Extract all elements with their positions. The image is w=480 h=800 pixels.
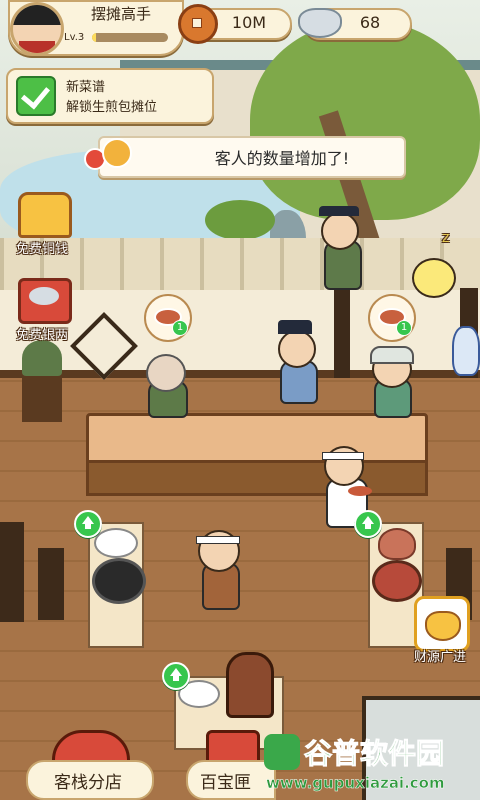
free-silver-button[interactable] [12, 270, 72, 330]
copper-value: 10M [231, 13, 267, 32]
dumpling-plate [94, 528, 138, 558]
blue-vase [452, 326, 480, 376]
avatar-robe [19, 41, 55, 53]
upgrade-arrow-icon[interactable] [162, 662, 190, 690]
counter-front [86, 460, 428, 496]
steamer-basket [226, 652, 274, 718]
guard-head [321, 212, 359, 250]
game-scene[interactable]: Z 1 1 摆摊高手 Lv.3 10M 68 新菜谱 解锁生煎包摊位 客人的数量… [0, 0, 480, 800]
treasure-box-label: 百宝匣 [200, 773, 251, 793]
chef-headband [196, 536, 240, 544]
free-silver-label: 免费银两 [15, 328, 68, 343]
blue-man-head [278, 330, 316, 368]
table-left [0, 522, 24, 622]
soup-bowl [378, 528, 416, 560]
silver-gift-box-icon [18, 278, 72, 324]
coin-square-hole [192, 18, 202, 28]
silver-ingot-icon [298, 8, 342, 38]
waiter-headband [322, 452, 364, 460]
silver-pile [29, 287, 59, 305]
fortune-button[interactable] [410, 592, 470, 652]
fortune-label: 财源广进 [413, 650, 466, 665]
inn-branch-button[interactable]: 客栈分店 [20, 730, 160, 800]
chick-character[interactable] [412, 258, 456, 298]
xp-bar [92, 33, 168, 42]
xp-bar-fill [92, 33, 96, 42]
quest-title: 新菜谱 [66, 80, 106, 95]
candied-haws-icon [80, 132, 132, 178]
silver-value: 68 [359, 13, 381, 32]
inn-branch-label: 客栈分店 [54, 773, 122, 793]
order-count-badge: 1 [396, 320, 412, 336]
upgrade-arrow-icon[interactable] [74, 510, 102, 538]
treasure-chest-icon [18, 192, 72, 238]
potted-plant [22, 340, 62, 376]
guard-hat [319, 206, 359, 216]
watermark-logo-icon [264, 734, 300, 770]
lady-headscarf [370, 346, 414, 364]
blue-man-hat [278, 320, 312, 334]
order-bubble[interactable]: 1 [144, 294, 192, 342]
wok-left [92, 558, 146, 604]
waiter-tray [348, 486, 372, 496]
free-copper-label: 免费铜钱 [15, 242, 68, 257]
avatar-hair [13, 5, 61, 25]
free-copper-button[interactable] [12, 186, 72, 246]
quest-checkbox-icon [16, 76, 56, 116]
watermark: 谷普软件园 www.gupuxiazai.com [264, 732, 478, 798]
willow-tree [250, 20, 480, 220]
gold-pot [425, 611, 461, 641]
notice-text: 客人的数量增加了! [214, 149, 350, 168]
quest-description: 解锁生煎包摊位 [66, 100, 158, 115]
watermark-url: www.gupuxiazai.com [266, 774, 445, 793]
shrub [205, 200, 275, 240]
watermark-title: 谷普软件园 [303, 737, 445, 771]
player-avatar[interactable] [10, 2, 64, 56]
sleep-zz: Z [442, 232, 450, 245]
player-name: 摆摊高手 [90, 5, 151, 23]
plant-stand [22, 372, 62, 422]
order-count-badge: 1 [172, 320, 188, 336]
order-bubble[interactable]: 1 [368, 294, 416, 342]
haw-ball [102, 138, 132, 168]
elder-woman-head [146, 354, 186, 392]
gold-pot-icon [414, 596, 470, 652]
chair-left [38, 548, 64, 620]
player-level: Lv.3 [64, 32, 85, 43]
checkmark-icon [20, 79, 51, 110]
upgrade-arrow-icon[interactable] [354, 510, 382, 538]
pillar-left [334, 288, 350, 378]
treasure-box-button[interactable]: 百宝匣 [182, 730, 276, 800]
copper-coin-icon [178, 4, 218, 44]
